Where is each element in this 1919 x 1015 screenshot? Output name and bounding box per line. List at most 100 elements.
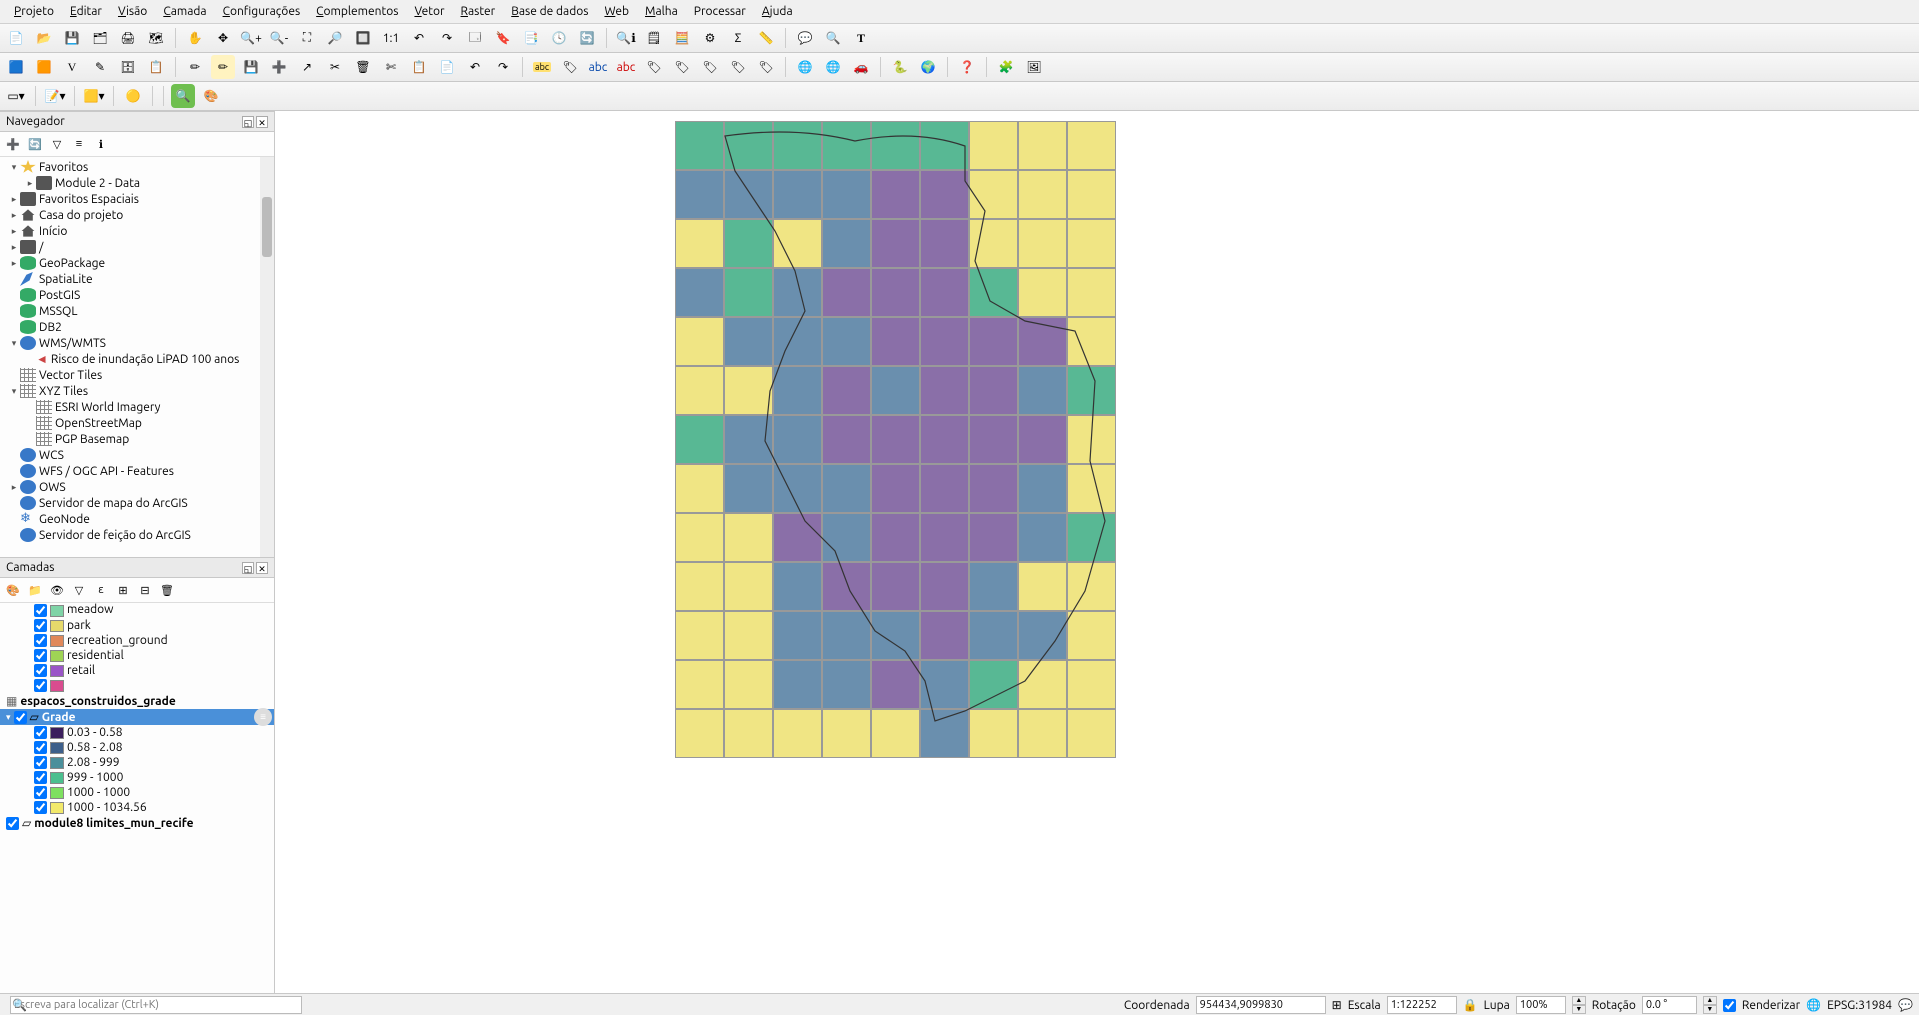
browser-item[interactable]: PostGIS xyxy=(4,287,270,303)
new-shp-icon[interactable]: V xyxy=(60,55,84,79)
browser-filter-icon[interactable]: ▽ xyxy=(48,135,66,153)
browser-tree[interactable]: ▾Favoritos▸Module 2 - Data▸Favoritos Esp… xyxy=(0,157,274,545)
epsg-label[interactable]: EPSG:31984 xyxy=(1827,999,1892,1012)
layers-filter-icon[interactable]: ▽ xyxy=(70,581,88,599)
rot-up[interactable]: ▲ xyxy=(1703,996,1717,1005)
text-anno-icon[interactable]: T xyxy=(849,26,873,50)
menu-visão[interactable]: Visão xyxy=(110,2,155,21)
browser-item[interactable]: ▾WMS/WMTS xyxy=(4,335,270,351)
label-highlight-icon[interactable]: abc xyxy=(586,55,610,79)
toolbox-icon[interactable]: ⚙ xyxy=(698,26,722,50)
layer-row[interactable]: ▱module8 limites_mun_recife xyxy=(0,815,274,831)
search-icon[interactable]: 🔍 xyxy=(171,84,195,108)
extents-icon[interactable]: ⊞ xyxy=(1332,998,1342,1012)
layer-row[interactable]: residential xyxy=(0,648,274,663)
browser-item[interactable]: ▸Início xyxy=(4,223,270,239)
browser-item[interactable]: MSSQL xyxy=(4,303,270,319)
layer-row[interactable]: meadow xyxy=(0,603,274,618)
attribute-table-icon[interactable]: 🗒 xyxy=(642,26,666,50)
layers-expr-icon[interactable]: ε xyxy=(92,581,110,599)
measure-icon[interactable]: 📏 xyxy=(754,26,778,50)
browser-item[interactable]: ▸Casa do projeto xyxy=(4,207,270,223)
layout-icon[interactable]: 🖨 xyxy=(116,26,140,50)
label-show-icon[interactable]: 🏷 xyxy=(754,55,778,79)
layers-tree[interactable]: meadowparkrecreation_groundresidentialre… xyxy=(0,603,274,993)
layer-row[interactable]: park xyxy=(0,618,274,633)
crs-icon[interactable]: 🌐 xyxy=(1806,998,1821,1012)
layer-row[interactable]: 1000 - 1034.56 xyxy=(0,800,274,815)
save-icon[interactable]: 💾 xyxy=(60,26,84,50)
browser-collapse-icon[interactable]: ≡ xyxy=(70,135,88,153)
bookmark-icon[interactable]: 🔖 xyxy=(491,26,515,50)
layers-collapse-icon[interactable]: ⊟ xyxy=(136,581,154,599)
layer-checkbox[interactable] xyxy=(34,771,47,784)
add-feature-icon[interactable]: ➕ xyxy=(267,55,291,79)
menu-vetor[interactable]: Vetor xyxy=(406,2,452,21)
browser-item[interactable]: ▸Module 2 - Data xyxy=(4,175,270,191)
layer-checkbox[interactable] xyxy=(6,817,19,830)
label-move-icon[interactable]: 🏷 xyxy=(642,55,666,79)
osm-place-icon[interactable]: 🌐 xyxy=(793,55,817,79)
osm-car-icon[interactable]: 🚗 xyxy=(849,55,873,79)
annotation-icon[interactable]: 🔍 xyxy=(821,26,845,50)
layer-checkbox[interactable] xyxy=(34,679,47,692)
select-rect-icon[interactable]: ▭▾ xyxy=(4,84,28,108)
zoom-last-icon[interactable]: ↶ xyxy=(407,26,431,50)
layer-checkbox[interactable] xyxy=(34,726,47,739)
layer-row[interactable]: 2.08 - 999 xyxy=(0,755,274,770)
zoom-full-icon[interactable]: ⛶ xyxy=(295,26,319,50)
browser-item[interactable]: ◄Risco de inundação LiPAD 100 anos xyxy=(4,351,270,367)
layers-visibility-icon[interactable]: 👁 xyxy=(48,581,66,599)
layers-undock-icon[interactable]: ◱ xyxy=(242,562,254,574)
menu-camada[interactable]: Camada xyxy=(155,2,214,21)
select-expr-icon[interactable]: 📝▾ xyxy=(43,84,67,108)
label-change-icon[interactable]: 🏷 xyxy=(698,55,722,79)
browser-add-icon[interactable]: ➕ xyxy=(4,135,22,153)
layer-row[interactable] xyxy=(0,678,274,693)
field-calc-icon[interactable]: 🧮 xyxy=(670,26,694,50)
cut-icon[interactable]: ✄ xyxy=(379,55,403,79)
layer-checkbox[interactable] xyxy=(34,634,47,647)
browser-item[interactable]: ▸/ xyxy=(4,239,270,255)
menu-ajuda[interactable]: Ajuda xyxy=(754,2,801,21)
plugin2-icon[interactable]: 🖼 xyxy=(1022,55,1046,79)
undo-icon[interactable]: ↶ xyxy=(463,55,487,79)
browser-item[interactable]: SpatiaLite xyxy=(4,271,270,287)
layer-checkbox[interactable] xyxy=(34,649,47,662)
browser-props-icon[interactable]: ℹ xyxy=(92,135,110,153)
browser-refresh-icon[interactable]: 🔄 xyxy=(26,135,44,153)
rot-input[interactable] xyxy=(1642,996,1697,1014)
paste-icon[interactable]: 📄 xyxy=(435,55,459,79)
temporal-icon[interactable]: 🕓 xyxy=(547,26,571,50)
browser-item[interactable]: Vector Tiles xyxy=(4,367,270,383)
layer-checkbox[interactable] xyxy=(34,604,47,617)
layer-row[interactable]: 999 - 1000 xyxy=(0,770,274,785)
layer-styling-icon[interactable]: 🎨 xyxy=(199,84,223,108)
map-tips-icon[interactable]: 💬 xyxy=(793,26,817,50)
layer-checkbox[interactable] xyxy=(34,741,47,754)
menu-projeto[interactable]: Projeto xyxy=(6,2,62,21)
layer-row[interactable]: ▦espacos_construidos_grade xyxy=(0,693,274,709)
scale-lock-icon[interactable]: 🔒 xyxy=(1463,998,1478,1012)
layer-checkbox[interactable] xyxy=(14,711,27,724)
lupa-input[interactable] xyxy=(1516,996,1566,1014)
browser-item[interactable]: ▸OWS xyxy=(4,479,270,495)
pan-icon[interactable]: ✋ xyxy=(183,26,207,50)
browser-item[interactable]: ▸Favoritos Espaciais xyxy=(4,191,270,207)
osm-download-icon[interactable]: 🌐 xyxy=(821,55,845,79)
browser-item[interactable]: PGP Basemap xyxy=(4,431,270,447)
browser-item[interactable]: Servidor de feição do ArcGIS xyxy=(4,527,270,543)
web-icon[interactable]: 🌍 xyxy=(916,55,940,79)
layer-checkbox[interactable] xyxy=(34,786,47,799)
messages-icon[interactable]: 💬 xyxy=(1898,998,1913,1012)
label-abc-icon[interactable]: abc xyxy=(530,55,554,79)
python-icon[interactable]: 🐍 xyxy=(888,55,912,79)
browser-item[interactable]: Servidor de mapa do ArcGIS xyxy=(4,495,270,511)
render-checkbox[interactable] xyxy=(1723,999,1736,1012)
add-vector-icon[interactable]: 🟦 xyxy=(4,55,28,79)
layer-checkbox[interactable] xyxy=(34,801,47,814)
locator-input[interactable] xyxy=(10,996,302,1014)
layer-row[interactable]: 0.03 - 0.58 xyxy=(0,725,274,740)
layer-row[interactable]: 1000 - 1000 xyxy=(0,785,274,800)
bookmark-add-icon[interactable]: 📑 xyxy=(519,26,543,50)
